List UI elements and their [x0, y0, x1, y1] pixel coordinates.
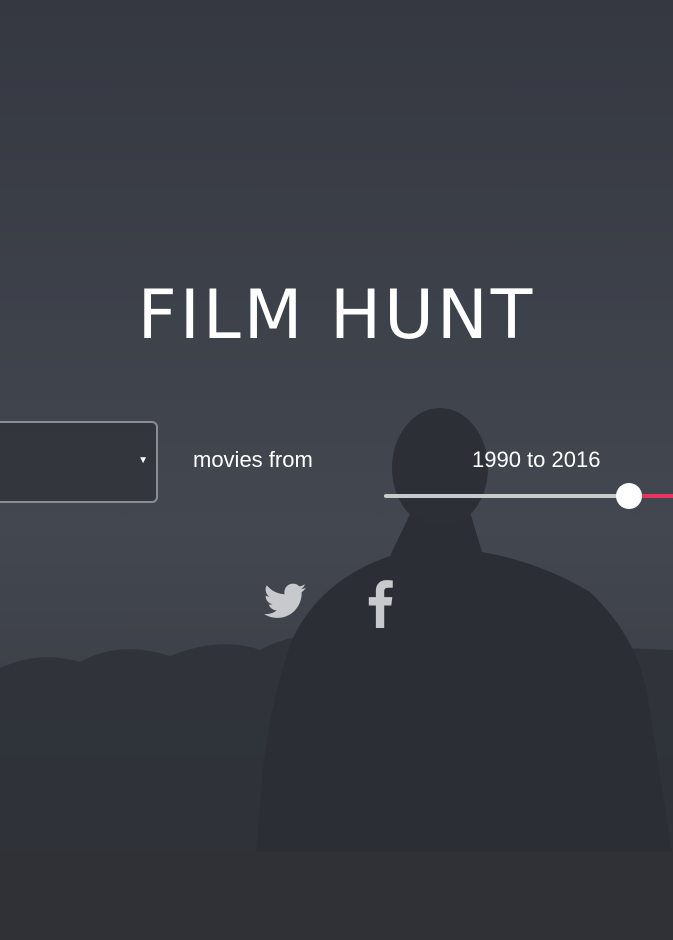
app-logo[interactable]: FILM HUNT — [0, 276, 673, 356]
movies-from-label: movies from — [193, 447, 313, 472]
chevron-down-icon: ▼ — [138, 455, 148, 466]
footer-bar — [0, 852, 673, 940]
year-range-label: 1990 to 2016 — [472, 447, 601, 472]
twitter-icon[interactable] — [262, 578, 308, 624]
genre-dropdown[interactable]: ▼ — [0, 421, 158, 503]
year-range-slider[interactable] — [384, 483, 673, 509]
slider-track[interactable] — [384, 494, 629, 498]
hero-section: FILM HUNT ▼ movies from 1990 to 2016 — [0, 0, 673, 852]
slider-handle[interactable] — [616, 483, 642, 509]
facebook-icon[interactable] — [362, 578, 396, 628]
